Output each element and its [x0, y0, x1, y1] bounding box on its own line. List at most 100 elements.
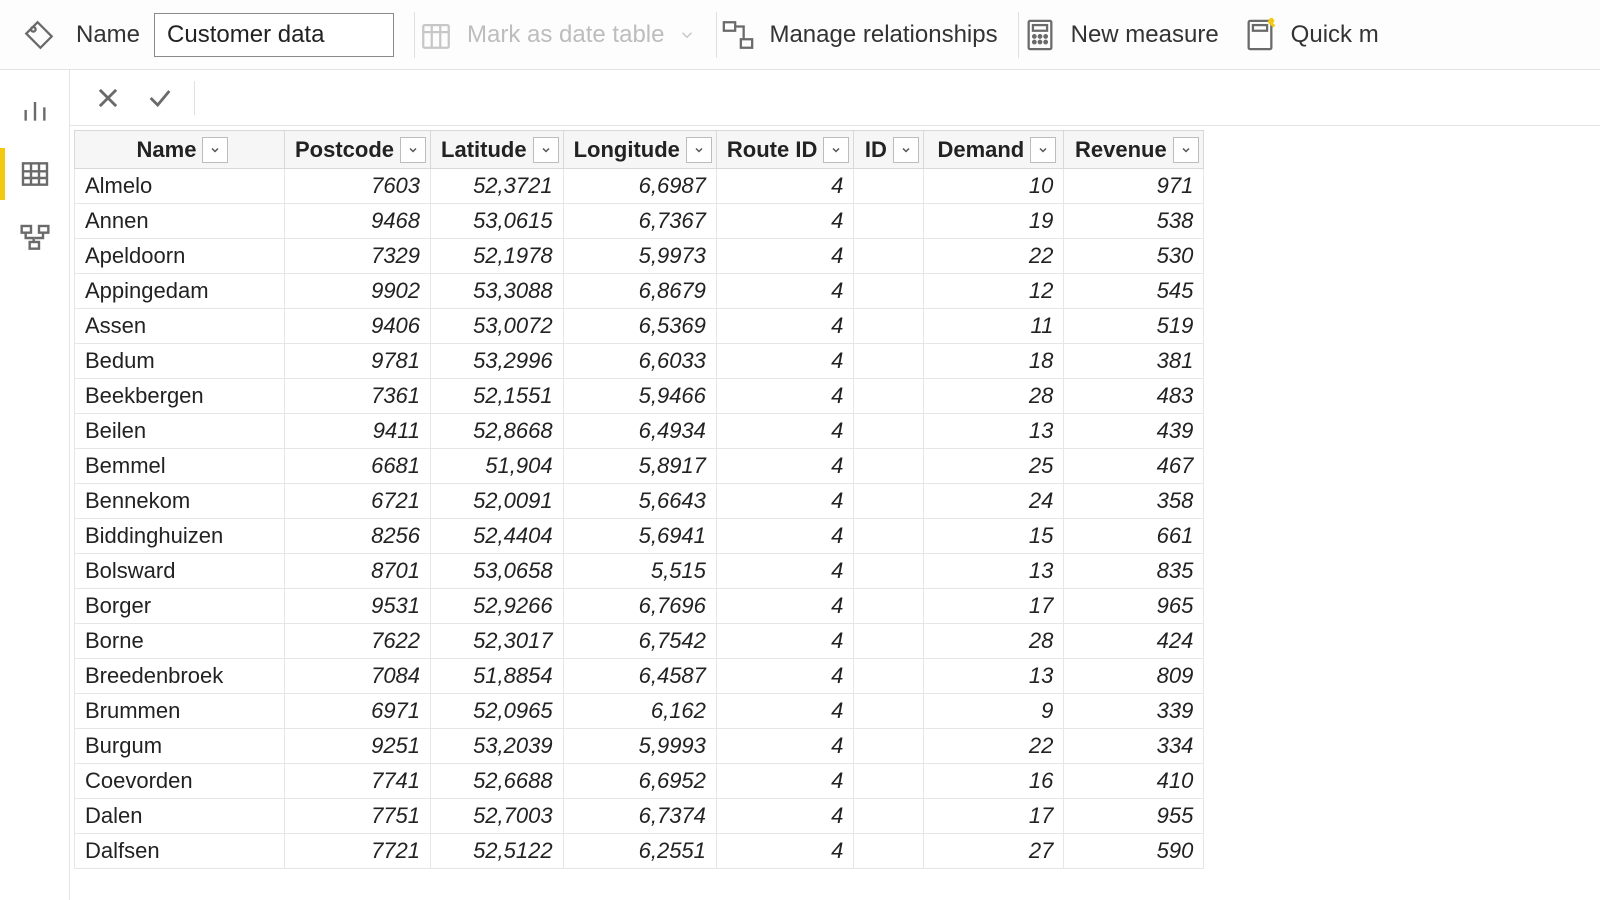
model-view-button[interactable]	[0, 206, 70, 270]
table-cell[interactable]: 5,9993	[563, 729, 716, 764]
table-cell[interactable]: 4	[716, 764, 853, 799]
table-cell[interactable]: 13	[924, 554, 1064, 589]
column-filter-button[interactable]	[1030, 137, 1056, 163]
table-cell[interactable]: 6,6033	[563, 344, 716, 379]
column-header[interactable]: Route ID	[716, 131, 853, 169]
table-cell[interactable]: 9251	[285, 729, 431, 764]
formula-cancel-button[interactable]	[84, 78, 132, 118]
data-view-button[interactable]	[0, 142, 70, 206]
formula-commit-button[interactable]	[136, 78, 184, 118]
table-cell[interactable]: 410	[1064, 764, 1204, 799]
table-cell[interactable]	[854, 169, 924, 204]
table-cell[interactable]: 4	[716, 344, 853, 379]
table-cell[interactable]: Coevorden	[75, 764, 285, 799]
table-cell[interactable]: Bemmel	[75, 449, 285, 484]
table-row[interactable]: Borne762252,30176,7542428424	[75, 624, 1204, 659]
table-cell[interactable]: Burgum	[75, 729, 285, 764]
table-cell[interactable]: 53,3088	[431, 274, 564, 309]
table-cell[interactable]: 809	[1064, 659, 1204, 694]
table-cell[interactable]: 7603	[285, 169, 431, 204]
table-cell[interactable]: 13	[924, 659, 1064, 694]
table-cell[interactable]: 6,8679	[563, 274, 716, 309]
table-cell[interactable]: 27	[924, 834, 1064, 869]
table-cell[interactable]: 16	[924, 764, 1064, 799]
table-cell[interactable]: 519	[1064, 309, 1204, 344]
formula-input[interactable]	[205, 80, 1600, 116]
table-row[interactable]: Coevorden774152,66886,6952416410	[75, 764, 1204, 799]
table-cell[interactable]: 52,4404	[431, 519, 564, 554]
table-cell[interactable]: 52,9266	[431, 589, 564, 624]
table-cell[interactable]: 12	[924, 274, 1064, 309]
table-cell[interactable]: 4	[716, 414, 853, 449]
table-cell[interactable]: 4	[716, 169, 853, 204]
table-cell[interactable]: 53,2996	[431, 344, 564, 379]
table-cell[interactable]: Breedenbroek	[75, 659, 285, 694]
table-cell[interactable]: Appingedam	[75, 274, 285, 309]
table-cell[interactable]: 7084	[285, 659, 431, 694]
table-cell[interactable]: 28	[924, 624, 1064, 659]
table-cell[interactable]: 8256	[285, 519, 431, 554]
column-filter-button[interactable]	[823, 137, 849, 163]
table-cell[interactable]: 6681	[285, 449, 431, 484]
table-row[interactable]: Bedum978153,29966,6033418381	[75, 344, 1204, 379]
table-cell[interactable]: Almelo	[75, 169, 285, 204]
table-cell[interactable]: 10	[924, 169, 1064, 204]
report-view-button[interactable]	[0, 78, 70, 142]
table-cell[interactable]: 7721	[285, 834, 431, 869]
table-cell[interactable]: 52,6688	[431, 764, 564, 799]
table-cell[interactable]: 52,1978	[431, 239, 564, 274]
table-cell[interactable]: 955	[1064, 799, 1204, 834]
table-cell[interactable]: 971	[1064, 169, 1204, 204]
table-cell[interactable]: 52,8668	[431, 414, 564, 449]
table-cell[interactable]	[854, 239, 924, 274]
table-cell[interactable]: 835	[1064, 554, 1204, 589]
table-cell[interactable]	[854, 764, 924, 799]
table-cell[interactable]: 17	[924, 589, 1064, 624]
table-cell[interactable]: 590	[1064, 834, 1204, 869]
table-cell[interactable]: 530	[1064, 239, 1204, 274]
table-cell[interactable]: 545	[1064, 274, 1204, 309]
column-filter-button[interactable]	[400, 137, 426, 163]
table-cell[interactable]: 4	[716, 624, 853, 659]
column-header[interactable]: Name	[75, 131, 285, 169]
table-cell[interactable]: 5,6941	[563, 519, 716, 554]
table-cell[interactable]: 6971	[285, 694, 431, 729]
table-cell[interactable]: 4	[716, 484, 853, 519]
table-cell[interactable]: 5,8917	[563, 449, 716, 484]
table-cell[interactable]: 4	[716, 239, 853, 274]
table-cell[interactable]: 424	[1064, 624, 1204, 659]
column-header[interactable]: Latitude	[431, 131, 564, 169]
table-cell[interactable]	[854, 414, 924, 449]
table-row[interactable]: Annen946853,06156,7367419538	[75, 204, 1204, 239]
table-cell[interactable]: 5,9973	[563, 239, 716, 274]
table-cell[interactable]: 6,6987	[563, 169, 716, 204]
table-cell[interactable]: 6,6952	[563, 764, 716, 799]
table-cell[interactable]: Bolsward	[75, 554, 285, 589]
table-row[interactable]: Breedenbroek708451,88546,4587413809	[75, 659, 1204, 694]
table-cell[interactable]: Borger	[75, 589, 285, 624]
table-cell[interactable]: 4	[716, 799, 853, 834]
table-cell[interactable]: 467	[1064, 449, 1204, 484]
table-cell[interactable]: 965	[1064, 589, 1204, 624]
table-cell[interactable]	[854, 519, 924, 554]
column-header[interactable]: Demand	[924, 131, 1064, 169]
table-cell[interactable]: 53,0072	[431, 309, 564, 344]
table-row[interactable]: Almelo760352,37216,6987410971	[75, 169, 1204, 204]
table-cell[interactable]	[854, 274, 924, 309]
quick-measure-button[interactable]: Quick m	[1239, 0, 1379, 69]
table-row[interactable]: Brummen697152,09656,16249339	[75, 694, 1204, 729]
table-cell[interactable]: Annen	[75, 204, 285, 239]
table-cell[interactable]: 19	[924, 204, 1064, 239]
table-cell[interactable]: 4	[716, 659, 853, 694]
table-cell[interactable]: 439	[1064, 414, 1204, 449]
table-cell[interactable]: 22	[924, 729, 1064, 764]
table-cell[interactable]: 4	[716, 589, 853, 624]
table-cell[interactable]: 4	[716, 729, 853, 764]
table-cell[interactable]	[854, 449, 924, 484]
table-row[interactable]: Dalfsen772152,51226,2551427590	[75, 834, 1204, 869]
table-cell[interactable]: 9902	[285, 274, 431, 309]
table-cell[interactable]	[854, 834, 924, 869]
table-row[interactable]: Assen940653,00726,5369411519	[75, 309, 1204, 344]
table-cell[interactable]	[854, 799, 924, 834]
table-cell[interactable]	[854, 554, 924, 589]
